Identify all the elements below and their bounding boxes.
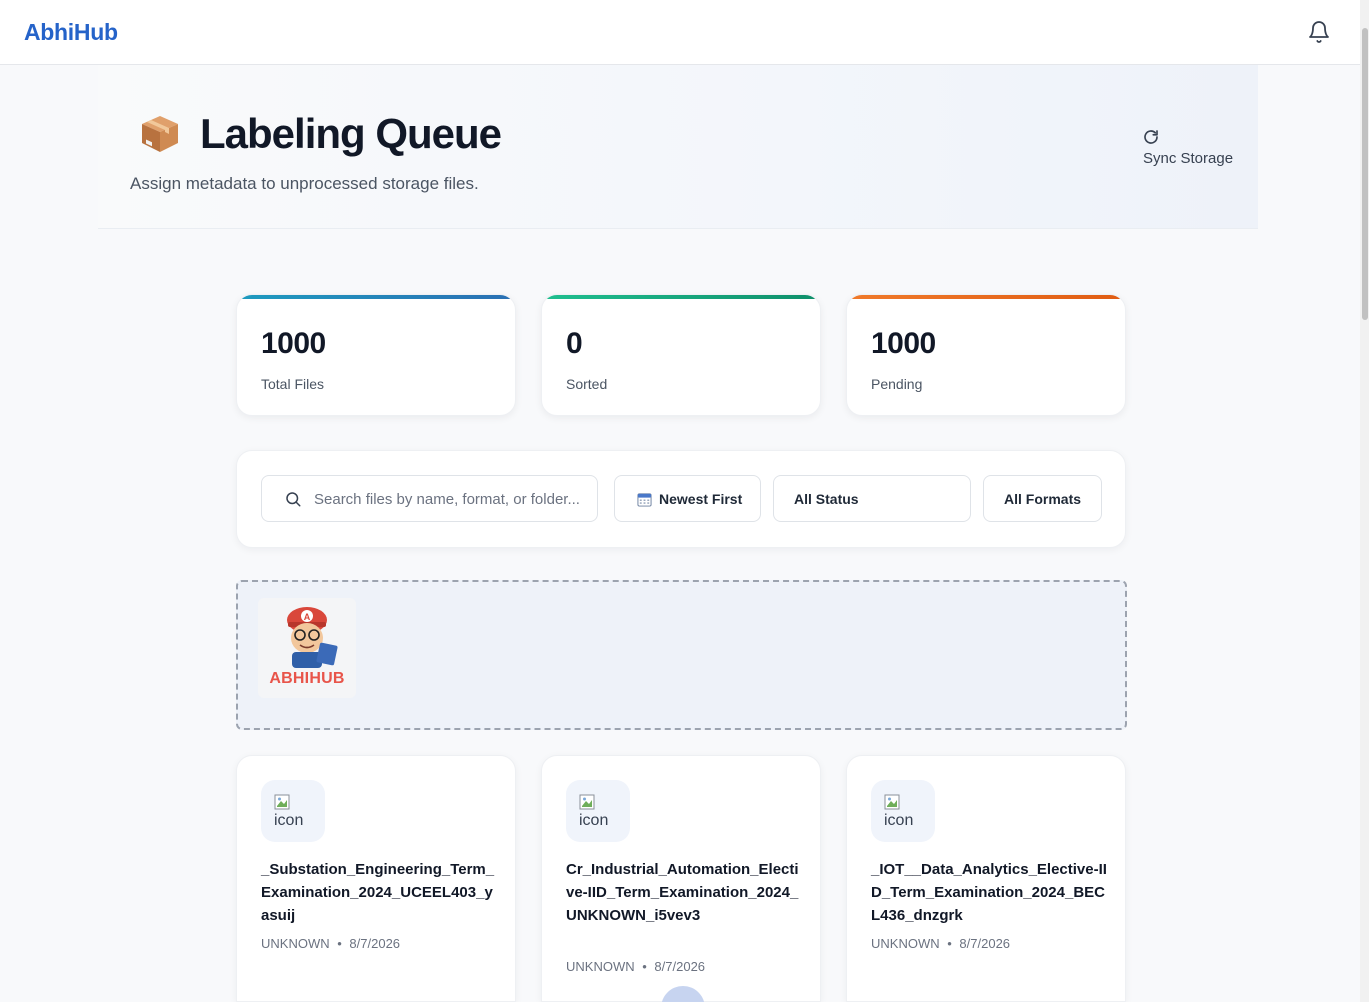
file-date: 8/7/2026 bbox=[654, 959, 706, 974]
stat-card-pending: 1000 Pending bbox=[846, 294, 1126, 416]
stat-value: 0 bbox=[566, 327, 583, 360]
file-thumbnail: icon bbox=[566, 780, 630, 842]
svg-text:A: A bbox=[304, 612, 311, 622]
sort-label: Newest First bbox=[659, 491, 743, 507]
broken-image-icon bbox=[884, 794, 900, 810]
stat-value: 1000 bbox=[871, 327, 936, 360]
top-navbar: AbhiHub bbox=[0, 0, 1369, 65]
scrollbar-thumb[interactable] bbox=[1362, 28, 1368, 320]
file-format: UNKNOWN bbox=[566, 959, 635, 974]
file-date: 8/7/2026 bbox=[959, 936, 1011, 951]
formats-label: All Formats bbox=[1004, 491, 1082, 507]
meta-separator: • bbox=[337, 936, 342, 951]
file-meta: UNKNOWN • 8/7/2026 bbox=[871, 936, 1010, 951]
thumbnail-alt-text: icon bbox=[579, 812, 609, 829]
upload-dropzone[interactable] bbox=[236, 580, 1127, 730]
stat-accent-bar bbox=[847, 295, 1125, 299]
broken-image-icon bbox=[579, 794, 595, 810]
formats-dropdown[interactable]: All Formats bbox=[983, 475, 1102, 522]
sort-dropdown[interactable]: Newest First bbox=[614, 475, 761, 522]
stat-label: Pending bbox=[871, 376, 923, 392]
stat-accent-bar bbox=[237, 295, 515, 299]
thumbnail-alt-text: icon bbox=[274, 812, 304, 829]
meta-separator: • bbox=[947, 936, 952, 951]
file-card[interactable]: icon _Substation_Engineering_Term_Examin… bbox=[236, 755, 516, 1002]
file-format: UNKNOWN bbox=[261, 936, 330, 951]
stat-value: 1000 bbox=[261, 327, 326, 360]
calendar-icon bbox=[637, 493, 652, 507]
file-card[interactable]: icon _IOT__Data_Analytics_Elective-IID_T… bbox=[846, 755, 1126, 1002]
mascot-icon: A bbox=[287, 607, 338, 668]
stat-accent-bar bbox=[542, 295, 820, 299]
stat-label: Total Files bbox=[261, 376, 325, 392]
stat-label: Sorted bbox=[566, 376, 608, 392]
bell-icon[interactable] bbox=[1307, 20, 1331, 44]
sync-storage-label: Sync Storage bbox=[1143, 150, 1234, 167]
search-input[interactable] bbox=[314, 489, 584, 509]
meta-separator: • bbox=[642, 959, 647, 974]
file-date: 8/7/2026 bbox=[349, 936, 401, 951]
file-name: _IOT__Data_Analytics_Elective-IID_Term_E… bbox=[871, 861, 1107, 924]
stat-card-sorted: 0 Sorted bbox=[541, 294, 821, 416]
logo-text: ABHIHUB bbox=[269, 670, 345, 687]
broken-image-icon bbox=[274, 794, 290, 810]
stat-card-total-files: 1000 Total Files bbox=[236, 294, 516, 416]
page-subtitle: Assign metadata to unprocessed storage f… bbox=[130, 174, 479, 193]
search-icon bbox=[286, 492, 301, 507]
brand-logo[interactable]: AbhiHub bbox=[24, 19, 118, 46]
file-name: _Substation_Engineering_Term_Examination… bbox=[261, 861, 495, 924]
status-dropdown[interactable]: All Status bbox=[773, 475, 971, 522]
package-icon bbox=[142, 116, 178, 152]
status-label: All Status bbox=[794, 491, 859, 507]
abhihub-logo: A ABHIHUB bbox=[258, 598, 356, 698]
file-meta: UNKNOWN • 8/7/2026 bbox=[261, 936, 400, 951]
thumbnail-alt-text: icon bbox=[884, 812, 914, 829]
search-box[interactable] bbox=[261, 475, 598, 522]
refresh-icon bbox=[1144, 130, 1158, 144]
sync-storage-button[interactable]: Sync Storage bbox=[1142, 126, 1242, 170]
file-thumbnail: icon bbox=[871, 780, 935, 842]
page-title: Labeling Queue bbox=[200, 110, 502, 157]
file-format: UNKNOWN bbox=[871, 936, 940, 951]
file-thumbnail: icon bbox=[261, 780, 325, 842]
file-meta: UNKNOWN • 8/7/2026 bbox=[566, 959, 705, 974]
file-card[interactable]: icon Cr_Industrial_Automation_Elective-I… bbox=[541, 755, 821, 1002]
file-name: Cr_Industrial_Automation_Elective-IID_Te… bbox=[566, 861, 799, 924]
